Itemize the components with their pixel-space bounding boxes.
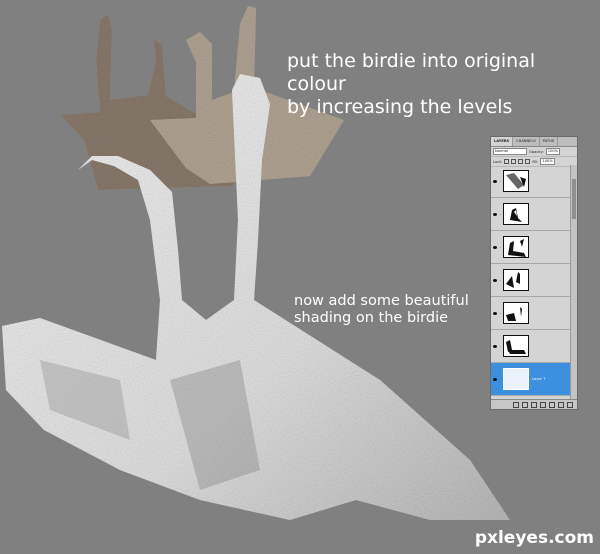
- opacity-field[interactable]: 100%: [545, 148, 561, 155]
- layer-thumbnail: [503, 203, 529, 225]
- visibility-eye-icon[interactable]: [491, 212, 498, 216]
- layer-thumbnail: [503, 335, 529, 357]
- fill-label: Fill:: [532, 159, 539, 164]
- blend-mode-select[interactable]: Normal: [493, 148, 527, 155]
- lock-all-icon[interactable]: [525, 159, 531, 164]
- tab-layers[interactable]: LAYERS: [491, 137, 514, 146]
- layers-bottom-toolbar: [491, 399, 577, 409]
- visibility-eye-icon[interactable]: [491, 179, 498, 183]
- link-layers-icon[interactable]: [513, 401, 519, 408]
- layer-thumbnail: [503, 269, 529, 291]
- layers-panel: LAYERS CHANNELS PATHS Normal Opacity: 10…: [490, 136, 578, 410]
- new-group-icon[interactable]: [549, 401, 555, 408]
- site-watermark: pxleyes.com: [474, 528, 594, 548]
- layer-row[interactable]: ·: [491, 330, 573, 363]
- scrollbar-thumb[interactable]: [572, 179, 576, 219]
- layer-name[interactable]: Layer 7: [532, 377, 545, 381]
- visibility-eye-icon[interactable]: [491, 278, 498, 282]
- tab-channels[interactable]: CHANNELS: [513, 137, 540, 146]
- fill-field[interactable]: 100%: [540, 158, 555, 165]
- visibility-eye-icon[interactable]: [491, 377, 498, 381]
- layer-thumbnail: [503, 368, 529, 390]
- caption-step-levels: put the birdie into original colour by i…: [287, 50, 600, 118]
- visibility-eye-icon[interactable]: [491, 311, 498, 315]
- new-layer-icon[interactable]: [558, 401, 564, 408]
- layer-row[interactable]: ·: [491, 198, 573, 231]
- caption-step-shading: now add some beautiful shading on the bi…: [294, 293, 469, 328]
- layer-list: · · · · · · Layer 7: [491, 165, 573, 401]
- lock-transparency-icon[interactable]: [504, 159, 510, 164]
- tab-paths[interactable]: PATHS: [540, 137, 559, 146]
- adjustment-layer-icon[interactable]: [540, 401, 546, 408]
- delete-layer-icon[interactable]: [567, 401, 573, 408]
- caption-line: by increasing the levels: [287, 95, 513, 118]
- layer-thumbnail: [503, 302, 529, 324]
- visibility-eye-icon[interactable]: [491, 245, 498, 249]
- add-mask-icon[interactable]: [531, 401, 537, 408]
- visibility-eye-icon[interactable]: [491, 344, 498, 348]
- layer-row[interactable]: ·: [491, 231, 573, 264]
- panel-tabs: LAYERS CHANNELS PATHS: [491, 137, 577, 147]
- lock-position-icon[interactable]: [518, 159, 524, 164]
- caption-line: put the birdie into original colour: [287, 50, 536, 95]
- layer-row[interactable]: ·: [491, 297, 573, 330]
- caption-line: shading on the birdie: [294, 310, 449, 327]
- opacity-label: Opacity:: [529, 149, 544, 154]
- lock-label: Lock:: [493, 159, 503, 164]
- caption-line: now add some beautiful: [294, 293, 469, 309]
- blend-row: Normal Opacity: 100%: [491, 147, 577, 157]
- layer-style-icon[interactable]: [522, 401, 528, 408]
- layer-row-selected[interactable]: Layer 7: [491, 363, 573, 396]
- layer-thumbnail: [503, 236, 529, 258]
- layers-scrollbar[interactable]: [570, 165, 577, 401]
- layer-row[interactable]: ·: [491, 264, 573, 297]
- layer-thumbnail: [503, 170, 529, 192]
- lock-pixels-icon[interactable]: [511, 159, 517, 164]
- layer-row[interactable]: ·: [491, 165, 573, 198]
